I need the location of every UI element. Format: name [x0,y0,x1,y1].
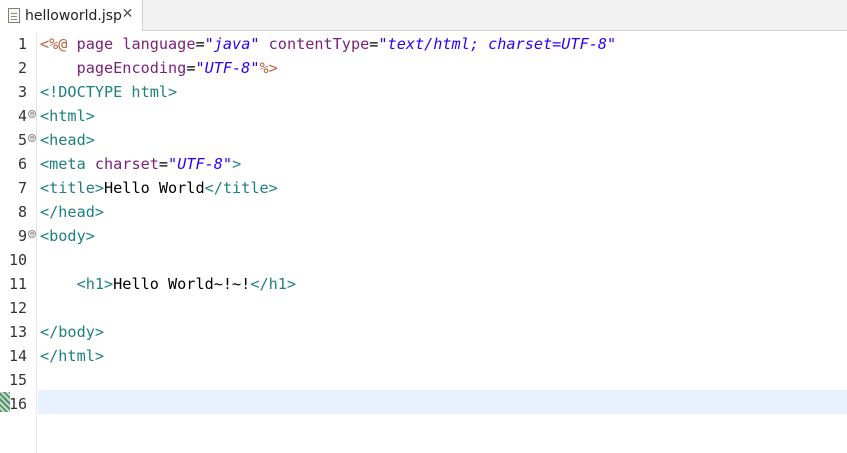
line-number: 6 [17,155,27,173]
change-marker [0,392,10,412]
line-number: 2 [17,59,27,77]
line-number: 13 [8,323,27,341]
doctype: <!DOCTYPE html> [40,83,178,101]
tag: <body> [40,227,95,245]
code-line-14: </html> [38,344,847,368]
jsp-directive-close: %> [259,59,278,77]
code-line-2: pageEncoding="UTF-8"%> [38,56,847,80]
code-line-13: </body> [38,320,847,344]
attribute: charset [94,155,159,173]
line-number: 10 [8,251,27,269]
line-number: 7 [17,179,27,197]
line-number: 1 [17,35,27,53]
tag: </title> [204,179,278,197]
line-number: 14 [8,347,27,365]
attribute: contentType [268,35,370,53]
tab-helloworld-jsp[interactable]: helloworld.jsp ✕ [0,0,143,31]
attribute-value: "UTF-8" [168,155,233,173]
attribute-value: "UTF-8" [195,59,260,77]
code-line-6: <meta charset="UTF-8"> [38,152,847,176]
line-number: 11 [8,275,27,293]
tab-title: helloworld.jsp [25,7,122,24]
code-line-5: <head> [38,128,847,152]
code-line-3: <!DOCTYPE html> [38,80,847,104]
attribute-value: "java" [204,35,260,53]
close-icon[interactable]: ✕ [120,7,135,22]
tag: </html> [40,347,105,365]
code-line-16-current[interactable] [38,390,847,414]
tag: <title> [40,179,105,197]
code-line-9: <body> [38,224,847,248]
attribute: pageEncoding [76,59,187,77]
code-line-7: <title>Hello World</title> [38,176,847,200]
line-number: 9 [17,227,27,245]
code-line-1: <%@ page language="java" contentType="te… [38,32,847,56]
code-line-4: <html> [38,104,847,128]
tag: </body> [40,323,105,341]
line-number: 4 [17,107,27,125]
text-content: Hello World~!~! [113,275,251,293]
line-number: 15 [8,371,27,389]
line-number: 12 [8,299,27,317]
equals: = [195,35,205,53]
keyword: page [67,35,123,53]
tag: <head> [40,131,95,149]
fold-collapse-icon-body[interactable]: ⊖ [28,230,36,238]
fold-collapse-icon-html[interactable]: ⊖ [28,110,36,118]
line-number-gutter: 1 2 3 4 5 6 7 8 9 10 11 12 13 14 15 16 ⊖… [0,32,37,453]
attribute: language [122,35,196,53]
line-number: 8 [17,203,27,221]
attribute-value: "text/html; charset=UTF-8" [378,35,617,53]
editor-tab-bar: helloworld.jsp ✕ [0,0,847,31]
line-number: 3 [17,83,27,101]
tag: <h1> [76,275,114,293]
file-icon [8,8,20,23]
tag: </h1> [250,275,297,293]
tag: <html> [40,107,95,125]
tag: </head> [40,203,105,221]
fold-collapse-icon-head[interactable]: ⊖ [28,134,36,142]
equals: = [158,155,169,173]
tag: <meta [40,155,95,173]
text-content: Hello World [104,179,205,197]
jsp-directive-open: <%@ [40,35,68,53]
code-line-11: <h1>Hello World~!~!</h1> [38,272,847,296]
line-number: 5 [17,131,27,149]
code-area[interactable]: <%@ page language="java" contentType="te… [38,32,847,453]
code-editor[interactable]: 1 2 3 4 5 6 7 8 9 10 11 12 13 14 15 16 ⊖… [0,32,847,453]
tag: > [232,155,242,173]
code-line-8: </head> [38,200,847,224]
